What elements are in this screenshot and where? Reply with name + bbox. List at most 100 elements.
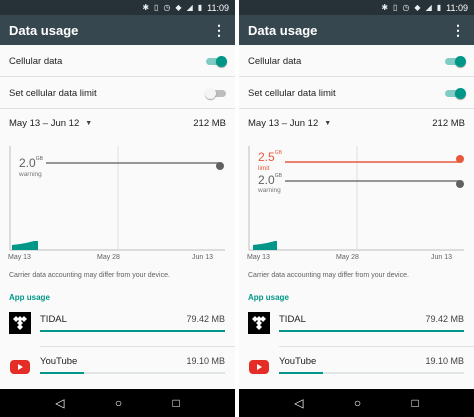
status-time: 11:09 [207,2,229,13]
divider [279,346,474,347]
app-size: 79.42 MB [425,314,464,324]
status-bar: ✱ ▯ ◷ ◆ ◢ ▮ 11:09 [239,0,474,15]
accounting-note: Carrier data accounting may differ from … [248,272,409,279]
divider [0,108,235,109]
cycle-dropdown[interactable]: May 13 – Jun 12 ▼ [248,118,331,129]
warning-handle[interactable] [456,180,464,188]
app-usage-header: App usage [9,293,50,302]
cycle-row[interactable]: May 13 – Jun 12 ▼ 212 MB [239,110,474,136]
cellular-data-switch[interactable] [206,56,227,67]
recents-icon[interactable]: □ [173,397,180,409]
app-usage-fill [279,330,464,332]
usage-chart: 2.5GB limit 2.0GB warning May 13 May 28 … [239,142,474,264]
accounting-note: Carrier data accounting may differ from … [9,272,170,279]
page-title: Data usage [248,22,318,38]
toolbar: Data usage ⋮ [0,15,235,45]
warning-handle[interactable] [216,162,224,170]
battery-icon: ▮ [436,2,442,12]
bluetooth-icon: ✱ [381,2,389,12]
x-tick-label: Jun 13 [192,254,214,261]
more-options-icon[interactable]: ⋮ [212,22,226,39]
app-usage-fill [279,372,324,374]
cycle-label: May 13 – Jun 12 [9,117,80,129]
cellular-data-switch[interactable] [445,56,466,67]
app-size: 19.10 MB [425,356,464,366]
app-size: 19.10 MB [186,356,225,366]
cellular-data-row[interactable]: Cellular data [239,48,474,74]
battery-icon: ▮ [197,2,203,12]
total-usage: 212 MB [193,117,226,129]
more-options-icon[interactable]: ⋮ [451,22,465,39]
tidal-icon [9,312,31,334]
navigation-bar: ◁ ○ □ [239,389,474,417]
screenshot-stage: ✱ ▯ ◷ ◆ ◢ ▮ 11:09 Data usage ⋮ Cellular … [0,0,474,417]
app-row-tidal[interactable]: TIDAL 79.42 MB [239,306,474,344]
set-limit-label: Set cellular data limit [248,87,336,99]
total-usage: 212 MB [432,117,465,129]
x-tick-label: May 13 [8,254,31,261]
divider [0,76,235,77]
limit-handle[interactable] [456,155,464,163]
limit-label: limit [258,165,270,172]
app-usage-bar [279,330,464,332]
cellular-data-label: Cellular data [9,55,63,67]
limit-value-text: 2.5 [258,150,275,164]
app-usage-bar [40,372,225,374]
cycle-dropdown[interactable]: May 13 – Jun 12 ▼ [9,118,92,129]
usage-area [253,241,277,250]
status-time: 11:09 [446,2,468,13]
app-usage-bar [40,330,225,332]
limit-value: 2.5GB [258,150,282,164]
usage-area [12,241,38,250]
app-usage-fill [40,330,225,332]
cellular-data-row[interactable]: Cellular data [0,48,235,74]
app-row-youtube[interactable]: YouTube 19.10 MB [239,350,474,388]
signal-icon: ◢ [186,2,193,12]
app-name: YouTube [40,356,78,367]
set-limit-row[interactable]: Set cellular data limit [0,80,235,106]
app-row-tidal[interactable]: TIDAL 79.42 MB [0,306,235,344]
app-usage-fill [40,372,85,374]
usage-chart: 2.0GB warning May 13 May 28 Jun 13 [0,142,235,264]
app-name: TIDAL [40,314,67,325]
home-icon[interactable]: ○ [354,397,361,409]
divider [40,346,235,347]
warning-value: 2.0GB [258,173,282,187]
warning-value-text: 2.0 [19,156,36,170]
set-limit-switch[interactable] [205,88,226,99]
navigation-bar: ◁ ○ □ [0,389,235,417]
page-title: Data usage [9,22,79,38]
cycle-row[interactable]: May 13 – Jun 12 ▼ 212 MB [0,110,235,136]
toolbar: Data usage ⋮ [239,15,474,45]
signal-icon: ◢ [425,2,432,12]
warning-unit: GB [274,173,282,179]
set-limit-row[interactable]: Set cellular data limit [239,80,474,106]
vibrate-icon: ▯ [393,2,398,12]
x-tick-label: May 28 [97,254,120,261]
alarm-icon: ◷ [402,2,410,12]
app-size: 79.42 MB [186,314,225,324]
recents-icon[interactable]: □ [412,397,419,409]
app-name: YouTube [279,356,317,367]
app-row-youtube[interactable]: YouTube 19.10 MB [0,350,235,388]
home-icon[interactable]: ○ [115,397,122,409]
cycle-label: May 13 – Jun 12 [248,117,319,129]
youtube-icon [9,356,31,378]
back-icon[interactable]: ◁ [55,397,64,409]
x-tick-label: Jun 13 [431,254,453,261]
dropdown-arrow-icon: ▼ [324,119,332,127]
warning-unit: GB [35,156,43,162]
warning-label: warning [258,187,281,194]
back-icon[interactable]: ◁ [294,397,303,409]
app-name: TIDAL [279,314,306,325]
phone-left: ✱ ▯ ◷ ◆ ◢ ▮ 11:09 Data usage ⋮ Cellular … [0,0,235,417]
set-limit-switch[interactable] [445,88,466,99]
wifi-icon: ◆ [414,2,421,12]
tidal-icon [248,312,270,334]
divider [239,108,474,109]
set-limit-label: Set cellular data limit [9,87,97,99]
alarm-icon: ◷ [163,2,171,12]
warning-value-text: 2.0 [258,173,275,187]
app-usage-bar [279,372,464,374]
cellular-data-label: Cellular data [248,55,302,67]
